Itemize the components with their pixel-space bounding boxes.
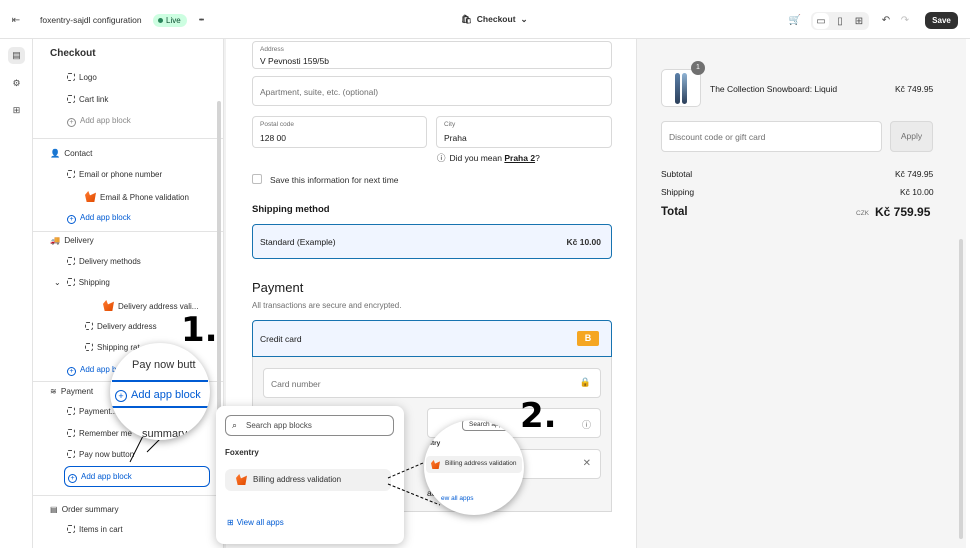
- lens1-bottom-text: summary: [142, 428, 188, 440]
- lens1-top-text: Pay now butt: [132, 359, 196, 371]
- lens2-block-label: Billing address validation: [445, 460, 517, 467]
- plus-circle-icon: +: [115, 390, 127, 402]
- lens2-block: Billing address validation: [426, 456, 522, 473]
- step-1-label: 1.: [181, 310, 218, 350]
- lens2-group: ntry: [428, 440, 441, 447]
- lens2-search: Search app blocks: [462, 420, 524, 431]
- magnifier-lens-2: Search app blocks ntry Billing address v…: [424, 420, 524, 515]
- lens1-btn-label: Add app block: [131, 389, 201, 401]
- magnifier-lens-1: Pay now butt + Add app block summary: [110, 343, 210, 440]
- lens2-view-all: ew all apps: [441, 495, 474, 502]
- step-2-label: 2.: [520, 396, 557, 436]
- lens1-add-app-block: + Add app block: [112, 380, 208, 408]
- foxentry-icon: [431, 459, 444, 469]
